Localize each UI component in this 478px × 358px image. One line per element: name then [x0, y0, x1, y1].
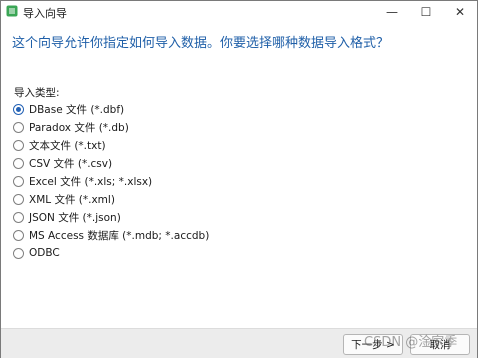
import-type-label: 导入类型: [14, 87, 60, 99]
close-button[interactable]: ✕ [443, 1, 477, 23]
option-label: XML 文件 (*.xml) [29, 193, 115, 206]
radio-button[interactable] [13, 103, 24, 115]
radio-button[interactable] [13, 175, 24, 187]
option-label: DBase 文件 (*.dbf) [29, 103, 125, 116]
option-odbc[interactable]: ODBC [13, 244, 209, 262]
option-paradox[interactable]: Paradox 文件 (*.db) [13, 118, 209, 136]
option-label: Paradox 文件 (*.db) [29, 121, 129, 134]
option-excel[interactable]: Excel 文件 (*.xls; *.xlsx) [13, 172, 209, 190]
radio-button[interactable] [13, 157, 24, 169]
close-icon: ✕ [454, 5, 466, 19]
window-title: 导入向导 [23, 7, 67, 20]
radio-button[interactable] [13, 193, 24, 205]
minimize-button[interactable]: — [375, 1, 409, 23]
import-wizard-window: 导入向导 — ☐ ✕ 这个向导允许你指定如何导入数据。你要选择哪种数据导入格式？… [0, 0, 478, 358]
minimize-icon: — [386, 5, 398, 19]
wizard-footer: 下一步 > 取消 [1, 328, 477, 358]
spreadsheet-app-icon [6, 5, 18, 17]
option-xml[interactable]: XML 文件 (*.xml) [13, 190, 209, 208]
option-label: 文本文件 (*.txt) [29, 139, 106, 152]
radio-button[interactable] [13, 211, 24, 223]
radio-button[interactable] [13, 229, 24, 241]
option-csv[interactable]: CSV 文件 (*.csv) [13, 154, 209, 172]
option-label: MS Access 数据库 (*.mdb; *.accdb) [29, 229, 210, 242]
next-button[interactable]: 下一步 > [343, 334, 403, 355]
cancel-button[interactable]: 取消 [410, 334, 470, 355]
option-label: JSON 文件 (*.json) [29, 211, 121, 224]
radio-button[interactable] [13, 121, 24, 133]
option-text[interactable]: 文本文件 (*.txt) [13, 136, 209, 154]
maximize-icon: ☐ [420, 5, 432, 19]
title-bar[interactable]: 导入向导 — ☐ ✕ [1, 1, 477, 23]
option-json[interactable]: JSON 文件 (*.json) [13, 208, 209, 226]
option-label: CSV 文件 (*.csv) [29, 157, 113, 170]
option-label: ODBC [29, 247, 60, 259]
option-dbase[interactable]: DBase 文件 (*.dbf) [13, 100, 209, 118]
radio-button[interactable] [13, 247, 24, 259]
import-type-options: DBase 文件 (*.dbf) Paradox 文件 (*.db) 文本文件 … [13, 100, 209, 262]
radio-button[interactable] [13, 139, 24, 151]
option-label: Excel 文件 (*.xls; *.xlsx) [29, 175, 153, 188]
option-ms-access[interactable]: MS Access 数据库 (*.mdb; *.accdb) [13, 226, 209, 244]
maximize-button[interactable]: ☐ [409, 1, 443, 23]
wizard-heading: 这个向导允许你指定如何导入数据。你要选择哪种数据导入格式？ [12, 36, 390, 51]
